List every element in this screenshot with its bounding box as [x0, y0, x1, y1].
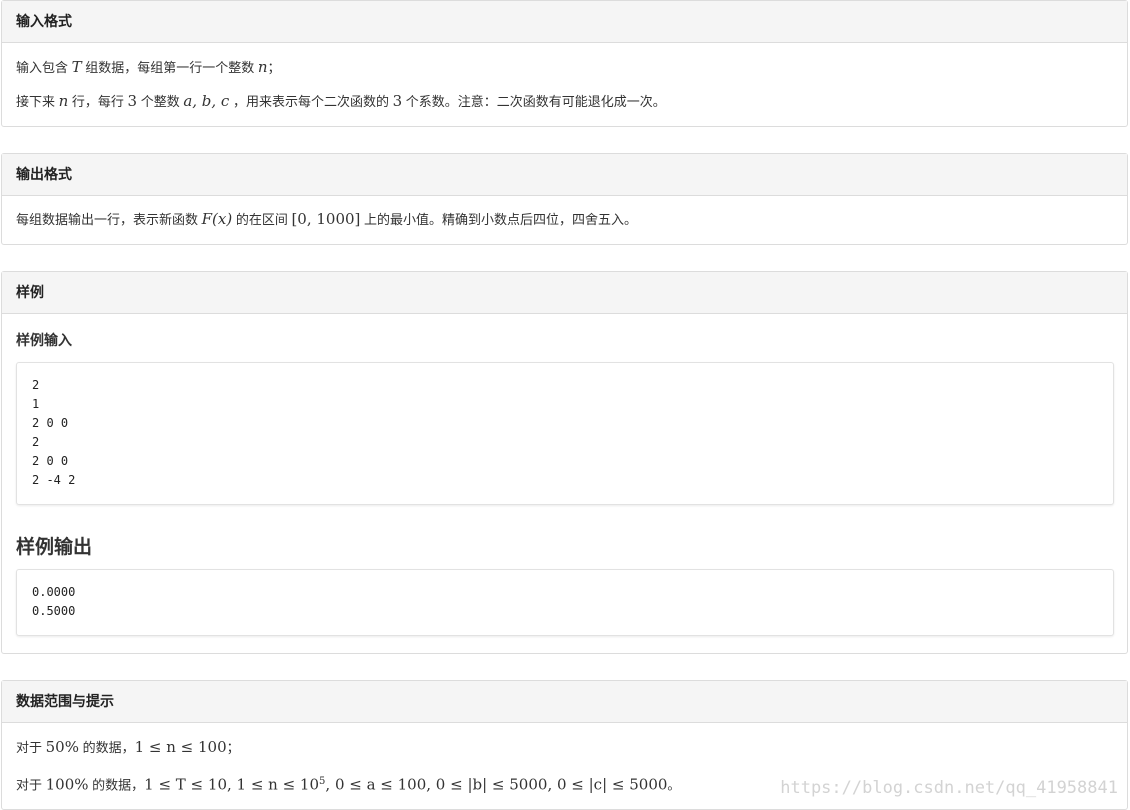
sample-input-code: 2 1 2 0 0 2 2 0 0 2 -4 2: [32, 378, 76, 487]
text: 每组数据输出一行，表示新函数: [16, 212, 202, 227]
output-format-line-1: 每组数据输出一行，表示新函数 F(x) 的在区间 [0, 1000] 上的最小值…: [16, 209, 637, 230]
vars-abc: a, b, c: [183, 92, 230, 110]
constraint-1: 1 ≤ n ≤ 100: [134, 738, 227, 756]
sample-output-box[interactable]: 0.0000 0.5000: [16, 569, 1114, 636]
hints-line-2: 对于 100% 的数据，1 ≤ T ≤ 10, 1 ≤ n ≤ 105, 0 ≤…: [16, 772, 680, 795]
text: 对于: [16, 740, 46, 755]
text: 行，每行: [68, 94, 128, 109]
text: ；: [226, 740, 240, 755]
text: 。: [667, 777, 681, 793]
input-format-panel: 输入格式 输入包含 T 组数据，每组第一行一个整数 n； 接下来 n 行，每行 …: [1, 0, 1128, 127]
input-format-line-2: 接下来 n 行，每行 3 个整数 a, b, c ，用来表示每个二次函数的 3 …: [16, 91, 666, 112]
text: 的数据，: [78, 740, 135, 755]
text: ，用来表示每个二次函数的: [229, 94, 393, 109]
num-3: 3: [127, 92, 138, 110]
text: 上的最小值。精确到小数点后四位，四舍五入。: [360, 212, 638, 227]
input-format-title: 输入格式: [2, 1, 1127, 43]
text: ；: [267, 60, 281, 75]
text: 对于: [16, 777, 46, 793]
text: 接下来: [16, 94, 59, 109]
sample-input-title: 样例输入: [16, 332, 72, 348]
hints-line-1: 对于 50% 的数据，1 ≤ n ≤ 100；: [16, 737, 240, 758]
output-format-title: 输出格式: [2, 154, 1127, 196]
num-3: 3: [392, 92, 403, 110]
output-format-panel: 输出格式 每组数据输出一行，表示新函数 F(x) 的在区间 [0, 1000] …: [1, 153, 1128, 245]
constraint-2: 1 ≤ T ≤ 10, 1 ≤ n ≤ 10: [144, 775, 320, 794]
watermark: https://blog.csdn.net/qq_41958841: [780, 778, 1118, 798]
interval: [0, 1000]: [291, 210, 361, 228]
sample-output-code: 0.0000 0.5000: [32, 585, 76, 618]
var-n: n: [58, 92, 69, 110]
text: 的在区间: [232, 212, 292, 227]
func-Fx: F(x): [201, 210, 233, 228]
sample-panel: 样例 样例输入 2 1 2 0 0 2 2 0 0 2 -4 2 样例输出 0.…: [1, 271, 1128, 654]
text: 个系数。注意：二次函数有可能退化成一次。: [402, 94, 666, 109]
text: 的数据，: [88, 777, 145, 793]
percent-100: 100%: [45, 775, 89, 794]
sample-input-box[interactable]: 2 1 2 0 0 2 2 0 0 2 -4 2: [16, 362, 1114, 505]
var-T: T: [71, 58, 82, 76]
text: 组数据，每组第一行一个整数: [81, 60, 258, 75]
hints-title: 数据范围与提示: [2, 681, 1127, 723]
text: 输入包含: [16, 60, 72, 75]
text: 个整数: [137, 94, 184, 109]
sample-title: 样例: [2, 272, 1127, 314]
input-format-line-1: 输入包含 T 组数据，每组第一行一个整数 n；: [16, 57, 281, 78]
percent-50: 50%: [45, 738, 79, 756]
sample-output-title: 样例输出: [16, 537, 93, 558]
constraint-3: , 0 ≤ a ≤ 100, 0 ≤ |b| ≤ 5000, 0 ≤ |c| ≤…: [325, 775, 668, 794]
var-n: n: [257, 58, 268, 76]
